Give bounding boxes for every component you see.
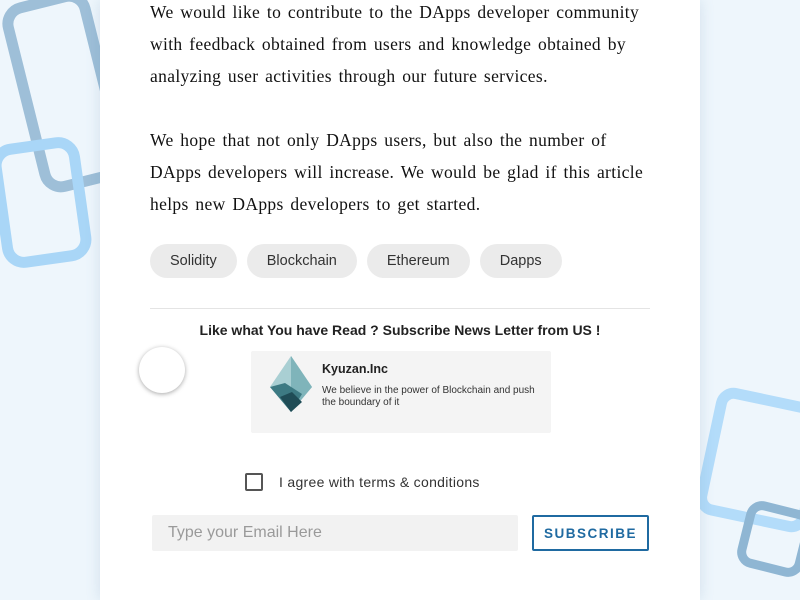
tag-blockchain[interactable]: Blockchain [246, 244, 357, 278]
email-input[interactable] [152, 515, 518, 551]
terms-row: I agree with terms & conditions [245, 473, 480, 491]
terms-label[interactable]: I agree with terms & conditions [279, 474, 480, 490]
tag-ethereum[interactable]: Ethereum [366, 244, 470, 278]
article-paragraph: We hope that not only DApps users, but a… [150, 130, 644, 214]
subscribe-heading: Like what You have Read ? Subscribe News… [199, 322, 601, 338]
tag-dapps[interactable]: Dapps [479, 244, 562, 278]
company-card[interactable]: Kyuzan.Inc We believe in the power of Bl… [251, 351, 551, 433]
subscribe-button[interactable]: SUBSCRIBE [532, 515, 649, 551]
kyuzan-logo-icon [270, 356, 312, 412]
company-description: We believe in the power of Blockchain an… [322, 385, 535, 408]
tag-list: Solidity Blockchain Ethereum Dapps [150, 244, 562, 278]
article-paragraph: We would like to contribute to the DApps… [150, 2, 640, 86]
article-card: We would like to contribute to the DApps… [100, 0, 700, 600]
company-name: Kyuzan.Inc [322, 362, 388, 376]
tag-solidity[interactable]: Solidity [150, 244, 237, 278]
divider [150, 308, 650, 309]
floating-action-button[interactable] [139, 347, 185, 393]
terms-checkbox[interactable] [245, 473, 263, 491]
